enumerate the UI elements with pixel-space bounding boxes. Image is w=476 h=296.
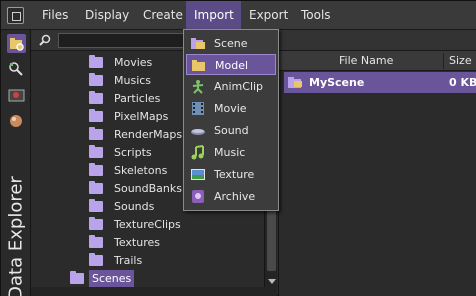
tree-item-label: Movies (114, 56, 153, 69)
scroll-down-arrow-icon[interactable] (268, 279, 276, 284)
column-header-file-name[interactable]: File Name (339, 51, 393, 71)
model-icon (192, 60, 205, 71)
archive-icon (192, 190, 204, 203)
folder-icon (89, 199, 103, 212)
music-icon (191, 145, 204, 160)
menu-create[interactable]: Create (139, 1, 187, 30)
search-icon[interactable] (39, 34, 51, 46)
folder-icon (89, 163, 103, 176)
left-tool-strip: Data Explorer (1, 30, 31, 296)
tree-item-label: Scripts (114, 146, 152, 159)
folder-icon (89, 145, 103, 158)
folder-icon (89, 253, 103, 266)
tree-item-textures[interactable]: Textures (31, 234, 264, 252)
folder-icon (89, 181, 103, 194)
folder-icon (89, 235, 103, 248)
import-archive-item[interactable]: Archive (186, 186, 276, 207)
menu-item-label: AnimClip (214, 80, 264, 93)
tree-item-label: Scenes (89, 270, 135, 288)
main-window: Files Display Create Import Export Tools… (0, 0, 476, 296)
tree-item-trails[interactable]: Trails (31, 252, 264, 270)
menu-item-label: Model (215, 59, 249, 72)
folder-icon (89, 73, 103, 86)
file-name: MyScene (309, 76, 365, 89)
import-model-item[interactable]: Model (186, 54, 276, 75)
import-scene-item[interactable]: Scene (186, 33, 276, 54)
menu-item-label: Texture (214, 168, 255, 181)
folder-icon (89, 91, 103, 104)
import-texture-item[interactable]: Texture (186, 164, 276, 185)
material-icon[interactable] (7, 112, 26, 131)
tree-item-label: PixelMaps (114, 110, 169, 123)
sound-icon (191, 129, 205, 135)
menu-item-label: Archive (214, 190, 256, 203)
menu-item-label: Movie (214, 102, 247, 115)
texture-icon (191, 169, 205, 180)
data-explorer-tab-label: Data Explorer (5, 176, 27, 296)
scrollbar-thumb[interactable] (267, 201, 276, 271)
animclip-icon (192, 80, 204, 94)
tree-item-label: Trails (114, 254, 143, 267)
column-divider[interactable] (443, 53, 444, 69)
file-size: 0 KB (449, 76, 476, 89)
folder-icon (89, 55, 103, 68)
app-menu-icon[interactable] (7, 7, 24, 24)
tree-item-label: Particles (114, 92, 161, 105)
folder-icon (89, 109, 103, 122)
menu-item-label: Scene (214, 37, 248, 50)
data-explorer-tab[interactable]: Data Explorer (1, 176, 31, 296)
data-explorer-icon[interactable] (7, 34, 26, 53)
tree-item-label: TextureClips (114, 218, 181, 231)
tree-item-label: Textures (114, 236, 160, 249)
tree-item-label: Musics (114, 74, 152, 87)
menu-item-label: Sound (214, 124, 249, 137)
import-dropdown-menu: Scene Model AnimClip Movie Sound Music T… (183, 29, 279, 211)
tree-item-label: Skeletons (114, 164, 168, 177)
folder-icon (89, 127, 103, 140)
menu-import[interactable]: Import (186, 1, 241, 30)
import-music-item[interactable]: Music (186, 142, 276, 163)
tree-item-textureclips[interactable]: TextureClips (31, 216, 264, 234)
import-movie-item[interactable]: Movie (186, 98, 276, 119)
movie-icon (192, 102, 204, 115)
scene-explorer-icon[interactable] (7, 60, 26, 79)
scene-file-icon (288, 77, 302, 88)
menu-display[interactable]: Display (81, 1, 133, 30)
tree-item-label: Sounds (114, 200, 155, 213)
menu-bar: Files Display Create Import Export Tools (1, 1, 476, 30)
menu-item-label: Music (214, 146, 246, 159)
import-animclip-item[interactable]: AnimClip (186, 76, 276, 97)
folder-icon (70, 271, 84, 284)
tree-item-label: RenderMaps (114, 128, 183, 141)
scene-icon (191, 38, 205, 49)
menu-files[interactable]: Files (38, 1, 72, 30)
menu-export[interactable]: Export (245, 1, 292, 30)
tree-horizontal-scrollbar[interactable] (31, 287, 277, 296)
folder-icon (89, 217, 103, 230)
file-list-panel: File Name Size MyScene 0 KB (278, 51, 476, 296)
menu-tools[interactable]: Tools (297, 1, 335, 30)
tree-item-scenes[interactable]: Scenes (31, 270, 264, 288)
file-row[interactable]: MyScene 0 KB (284, 72, 476, 93)
tree-item-label: SoundBanks (114, 182, 182, 195)
import-sound-item[interactable]: Sound (186, 120, 276, 141)
column-header-size[interactable]: Size (449, 51, 472, 71)
file-list-header: File Name Size (279, 51, 476, 71)
render-icon[interactable] (7, 86, 26, 105)
